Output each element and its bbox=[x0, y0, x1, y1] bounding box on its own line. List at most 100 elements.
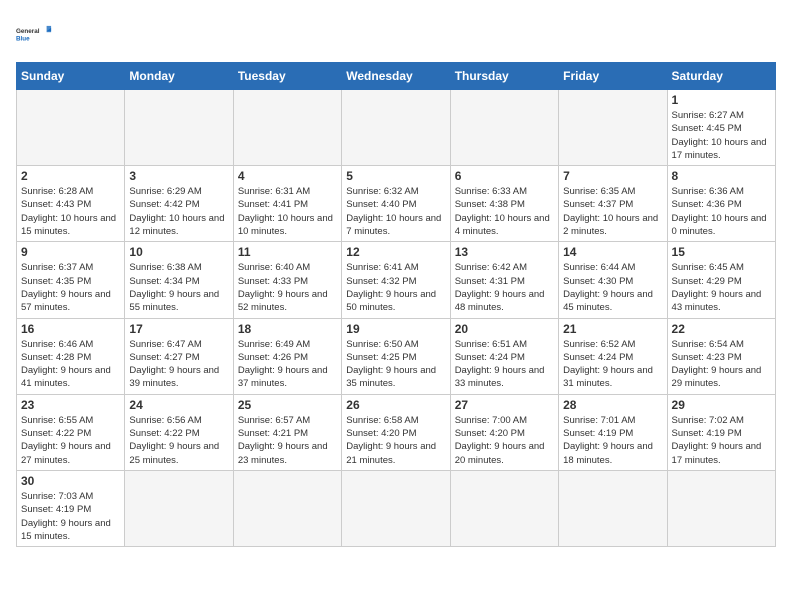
day-number: 26 bbox=[346, 398, 445, 412]
day-number: 19 bbox=[346, 322, 445, 336]
calendar-cell bbox=[233, 470, 341, 546]
calendar-cell: 5 Sunrise: 6:32 AM Sunset: 4:40 PM Daylig… bbox=[342, 166, 450, 242]
day-number: 24 bbox=[129, 398, 228, 412]
calendar-week-row: 9Sunrise: 6:37 AM Sunset: 4:35 PM Daylig… bbox=[17, 242, 776, 318]
day-info: Sunrise: 6:45 AM Sunset: 4:29 PM Dayligh… bbox=[672, 261, 771, 314]
col-header-wednesday: Wednesday bbox=[342, 63, 450, 90]
calendar-cell: 30 Sunrise: 7:03 AM Sunset: 4:19 PM Dayli… bbox=[17, 470, 125, 546]
calendar-cell: 13 Sunrise: 6:42 AM Sunset: 4:31 PM Dayli… bbox=[450, 242, 558, 318]
calendar-cell: 24 Sunrise: 6:56 AM Sunset: 4:22 PM Dayli… bbox=[125, 394, 233, 470]
calendar-cell bbox=[450, 470, 558, 546]
day-number: 22 bbox=[672, 322, 771, 336]
calendar-cell: 27Sunrise: 7:00 AM Sunset: 4:20 PM Dayli… bbox=[450, 394, 558, 470]
calendar-cell: 23 Sunrise: 6:55 AM Sunset: 4:22 PM Dayli… bbox=[17, 394, 125, 470]
day-number: 14 bbox=[563, 245, 662, 259]
calendar-cell: 15Sunrise: 6:45 AM Sunset: 4:29 PM Dayli… bbox=[667, 242, 775, 318]
day-info: Sunrise: 6:55 AM Sunset: 4:22 PM Dayligh… bbox=[21, 414, 120, 467]
day-info: Sunrise: 6:32 AM Sunset: 4:40 PM Dayligh… bbox=[346, 185, 445, 238]
day-info: Sunrise: 6:33 AM Sunset: 4:38 PM Dayligh… bbox=[455, 185, 554, 238]
calendar-cell: 25Sunrise: 6:57 AM Sunset: 4:21 PM Dayli… bbox=[233, 394, 341, 470]
day-info: Sunrise: 6:47 AM Sunset: 4:27 PM Dayligh… bbox=[129, 338, 228, 391]
col-header-saturday: Saturday bbox=[667, 63, 775, 90]
logo-icon: General Blue bbox=[16, 16, 52, 52]
day-info: Sunrise: 6:29 AM Sunset: 4:42 PM Dayligh… bbox=[129, 185, 228, 238]
day-number: 3 bbox=[129, 169, 228, 183]
day-number: 6 bbox=[455, 169, 554, 183]
day-info: Sunrise: 7:02 AM Sunset: 4:19 PM Dayligh… bbox=[672, 414, 771, 467]
day-info: Sunrise: 6:36 AM Sunset: 4:36 PM Dayligh… bbox=[672, 185, 771, 238]
calendar-cell: 29Sunrise: 7:02 AM Sunset: 4:19 PM Dayli… bbox=[667, 394, 775, 470]
calendar-week-row: 2 Sunrise: 6:28 AM Sunset: 4:43 PM Daylig… bbox=[17, 166, 776, 242]
day-number: 9 bbox=[21, 245, 120, 259]
calendar-cell bbox=[17, 90, 125, 166]
calendar-cell: 3 Sunrise: 6:29 AM Sunset: 4:42 PM Daylig… bbox=[125, 166, 233, 242]
day-number: 8 bbox=[672, 169, 771, 183]
calendar-week-row: 23 Sunrise: 6:55 AM Sunset: 4:22 PM Dayli… bbox=[17, 394, 776, 470]
logo: General Blue bbox=[16, 16, 52, 52]
day-number: 4 bbox=[238, 169, 337, 183]
calendar-cell bbox=[342, 90, 450, 166]
calendar-week-row: 1Sunrise: 6:27 AM Sunset: 4:45 PM Daylig… bbox=[17, 90, 776, 166]
day-number: 10 bbox=[129, 245, 228, 259]
col-header-tuesday: Tuesday bbox=[233, 63, 341, 90]
day-info: Sunrise: 6:42 AM Sunset: 4:31 PM Dayligh… bbox=[455, 261, 554, 314]
day-info: Sunrise: 6:35 AM Sunset: 4:37 PM Dayligh… bbox=[563, 185, 662, 238]
day-number: 27 bbox=[455, 398, 554, 412]
day-info: Sunrise: 6:46 AM Sunset: 4:28 PM Dayligh… bbox=[21, 338, 120, 391]
day-number: 25 bbox=[238, 398, 337, 412]
day-number: 28 bbox=[563, 398, 662, 412]
day-number: 1 bbox=[672, 93, 771, 107]
calendar-cell bbox=[667, 470, 775, 546]
day-info: Sunrise: 7:01 AM Sunset: 4:19 PM Dayligh… bbox=[563, 414, 662, 467]
calendar-cell: 14Sunrise: 6:44 AM Sunset: 4:30 PM Dayli… bbox=[559, 242, 667, 318]
calendar-cell: 20Sunrise: 6:51 AM Sunset: 4:24 PM Dayli… bbox=[450, 318, 558, 394]
calendar-week-row: 30 Sunrise: 7:03 AM Sunset: 4:19 PM Dayli… bbox=[17, 470, 776, 546]
day-number: 2 bbox=[21, 169, 120, 183]
calendar-cell: 4Sunrise: 6:31 AM Sunset: 4:41 PM Daylig… bbox=[233, 166, 341, 242]
calendar-cell bbox=[233, 90, 341, 166]
col-header-thursday: Thursday bbox=[450, 63, 558, 90]
calendar-cell: 7 Sunrise: 6:35 AM Sunset: 4:37 PM Daylig… bbox=[559, 166, 667, 242]
day-info: Sunrise: 6:28 AM Sunset: 4:43 PM Dayligh… bbox=[21, 185, 120, 238]
day-number: 21 bbox=[563, 322, 662, 336]
calendar-cell: 19 Sunrise: 6:50 AM Sunset: 4:25 PM Dayli… bbox=[342, 318, 450, 394]
calendar-cell: 21 Sunrise: 6:52 AM Sunset: 4:24 PM Dayli… bbox=[559, 318, 667, 394]
day-number: 5 bbox=[346, 169, 445, 183]
calendar-cell bbox=[559, 470, 667, 546]
calendar-cell bbox=[125, 90, 233, 166]
col-header-monday: Monday bbox=[125, 63, 233, 90]
day-number: 23 bbox=[21, 398, 120, 412]
day-number: 12 bbox=[346, 245, 445, 259]
day-number: 30 bbox=[21, 474, 120, 488]
svg-text:General: General bbox=[16, 28, 40, 35]
day-info: Sunrise: 6:56 AM Sunset: 4:22 PM Dayligh… bbox=[129, 414, 228, 467]
day-number: 7 bbox=[563, 169, 662, 183]
day-info: Sunrise: 6:51 AM Sunset: 4:24 PM Dayligh… bbox=[455, 338, 554, 391]
day-number: 18 bbox=[238, 322, 337, 336]
day-info: Sunrise: 6:49 AM Sunset: 4:26 PM Dayligh… bbox=[238, 338, 337, 391]
day-info: Sunrise: 6:52 AM Sunset: 4:24 PM Dayligh… bbox=[563, 338, 662, 391]
page-header: General Blue bbox=[16, 16, 776, 52]
calendar-cell: 11Sunrise: 6:40 AM Sunset: 4:33 PM Dayli… bbox=[233, 242, 341, 318]
calendar-cell: 28 Sunrise: 7:01 AM Sunset: 4:19 PM Dayli… bbox=[559, 394, 667, 470]
calendar-cell bbox=[450, 90, 558, 166]
day-info: Sunrise: 7:03 AM Sunset: 4:19 PM Dayligh… bbox=[21, 490, 120, 543]
calendar-cell: 18 Sunrise: 6:49 AM Sunset: 4:26 PM Dayli… bbox=[233, 318, 341, 394]
calendar-week-row: 16 Sunrise: 6:46 AM Sunset: 4:28 PM Dayli… bbox=[17, 318, 776, 394]
calendar-cell bbox=[559, 90, 667, 166]
day-info: Sunrise: 6:50 AM Sunset: 4:25 PM Dayligh… bbox=[346, 338, 445, 391]
calendar-table: SundayMondayTuesdayWednesdayThursdayFrid… bbox=[16, 62, 776, 547]
calendar-cell: 10Sunrise: 6:38 AM Sunset: 4:34 PM Dayli… bbox=[125, 242, 233, 318]
day-number: 13 bbox=[455, 245, 554, 259]
svg-text:Blue: Blue bbox=[16, 35, 30, 42]
day-info: Sunrise: 6:58 AM Sunset: 4:20 PM Dayligh… bbox=[346, 414, 445, 467]
calendar-cell: 26 Sunrise: 6:58 AM Sunset: 4:20 PM Dayli… bbox=[342, 394, 450, 470]
calendar-cell: 22Sunrise: 6:54 AM Sunset: 4:23 PM Dayli… bbox=[667, 318, 775, 394]
calendar-cell: 9Sunrise: 6:37 AM Sunset: 4:35 PM Daylig… bbox=[17, 242, 125, 318]
calendar-cell bbox=[125, 470, 233, 546]
day-number: 16 bbox=[21, 322, 120, 336]
day-number: 17 bbox=[129, 322, 228, 336]
calendar-header-row: SundayMondayTuesdayWednesdayThursdayFrid… bbox=[17, 63, 776, 90]
calendar-cell: 2 Sunrise: 6:28 AM Sunset: 4:43 PM Daylig… bbox=[17, 166, 125, 242]
day-number: 11 bbox=[238, 245, 337, 259]
